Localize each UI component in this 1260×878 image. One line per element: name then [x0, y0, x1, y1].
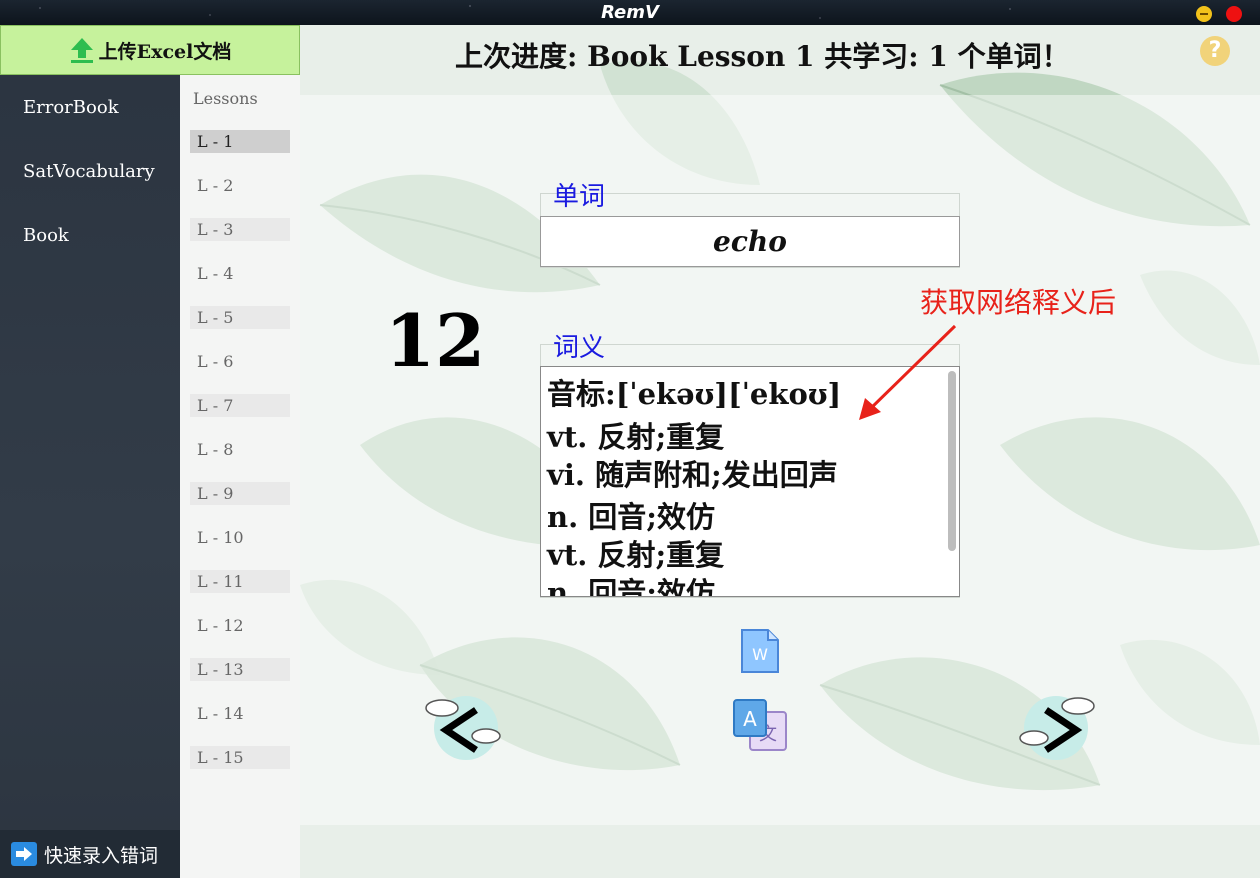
help-icon[interactable]: ?: [1200, 36, 1230, 66]
title-bar: RemV: [0, 0, 1260, 25]
definition-line: vt. 反射;重复: [547, 538, 725, 572]
lesson-item[interactable]: L - 8: [190, 438, 290, 461]
word-document-icon[interactable]: W: [738, 628, 780, 674]
previous-cloud-icon[interactable]: [424, 688, 510, 764]
definition-line: vt. 反射;重复: [547, 420, 725, 454]
sidebar: ErrorBook SatVocabulary Book: [0, 25, 180, 878]
lessons-panel: Lessons L - 1 L - 2 L - 3 L - 4 L - 5 L …: [180, 75, 300, 878]
definition-line: 音标:[ˈekəʊ][ˈekoʊ]: [547, 377, 842, 411]
upload-arrow-icon: [70, 38, 93, 63]
quick-entry-button[interactable]: 快速录入错词: [0, 830, 180, 878]
lesson-item[interactable]: L - 2: [190, 174, 290, 197]
lessons-title: Lessons: [193, 89, 258, 108]
sidebar-item-errorbook[interactable]: ErrorBook: [23, 97, 119, 118]
word-count: 12: [385, 298, 486, 383]
quick-entry-icon: [11, 842, 37, 866]
translate-icon[interactable]: 文 A: [730, 698, 790, 754]
lesson-item[interactable]: L - 15: [190, 746, 290, 769]
upload-excel-button[interactable]: 上传Excel文档: [0, 25, 300, 75]
lesson-item[interactable]: L - 11: [190, 570, 290, 593]
app-title: RemV: [601, 2, 659, 23]
lesson-item[interactable]: L - 13: [190, 658, 290, 681]
definition-line: n. 回音;效仿: [547, 500, 715, 534]
definition-section-label: 词义: [553, 333, 606, 363]
lesson-item[interactable]: L - 10: [190, 526, 290, 549]
minimize-button[interactable]: [1196, 6, 1212, 22]
word-section-label: 单词: [553, 182, 606, 212]
next-cloud-icon[interactable]: [1012, 688, 1098, 764]
lesson-item[interactable]: L - 1: [190, 130, 290, 153]
sidebar-item-book[interactable]: Book: [23, 225, 69, 246]
lesson-item[interactable]: L - 3: [190, 218, 290, 241]
svg-text:A: A: [743, 707, 757, 731]
upload-excel-label: 上传Excel文档: [98, 40, 232, 63]
lesson-item[interactable]: L - 14: [190, 702, 290, 725]
lesson-item[interactable]: L - 6: [190, 350, 290, 373]
lesson-item[interactable]: L - 9: [190, 482, 290, 505]
close-button[interactable]: [1226, 6, 1242, 22]
sidebar-item-satvocabulary[interactable]: SatVocabulary: [23, 161, 155, 182]
lesson-item[interactable]: L - 4: [190, 262, 290, 285]
definition-line: n. 回音;效仿: [547, 576, 715, 597]
quick-entry-label: 快速录入错词: [44, 844, 159, 867]
lesson-item[interactable]: L - 7: [190, 394, 290, 417]
svg-text:W: W: [752, 645, 768, 664]
progress-header: 上次进度: Book Lesson 1 共学习: 1 个单词！: [455, 40, 1070, 73]
word-display[interactable]: echo: [540, 216, 960, 267]
annotation-text: 获取网络释义后: [920, 286, 1117, 319]
lesson-item[interactable]: L - 12: [190, 614, 290, 637]
annotation-arrow-icon: [859, 324, 957, 420]
definition-line: vi. 随声附和;发出回声: [547, 458, 838, 492]
lesson-item[interactable]: L - 5: [190, 306, 290, 329]
